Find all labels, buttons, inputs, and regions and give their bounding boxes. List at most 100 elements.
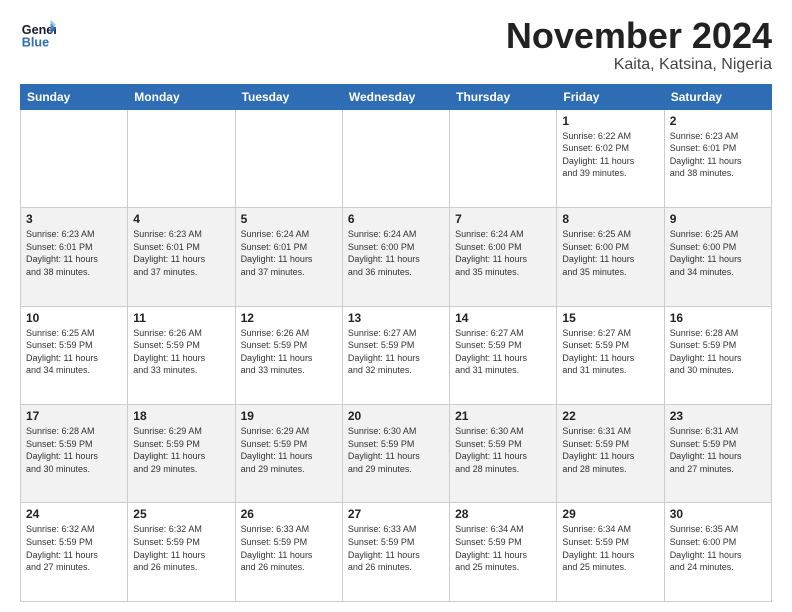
logo-icon: General Blue [20,16,56,52]
logo: General Blue General Blue [20,16,56,52]
day-number: 2 [670,114,766,128]
day-info: Sunrise: 6:33 AM Sunset: 5:59 PM Dayligh… [348,523,444,573]
day-number: 25 [133,507,229,521]
table-row: 8Sunrise: 6:25 AM Sunset: 6:00 PM Daylig… [557,208,664,306]
table-row: 14 Sunrise: 6:27 AM Sunset: 5:59 PM Dayli… [450,306,557,404]
day-info: Sunrise: 6:32 AM Sunset: 5:59 PM Dayligh… [26,523,122,573]
day-number: 17 [26,409,122,423]
day-info: Sunrise: 6:25 AM Sunset: 5:59 PM Dayligh… [26,327,122,377]
table-row: 3 Sunrise: 6:23 AM Sunset: 6:01 PM Daylig… [21,208,128,306]
day-number: 12 [241,311,337,325]
table-row: 22Sunrise: 6:31 AM Sunset: 5:59 PM Dayli… [557,405,664,503]
day-info: Sunrise: 6:29 AM Sunset: 5:59 PM Dayligh… [133,425,229,475]
col-sunday: Sunday [21,84,128,109]
calendar-week-row: 10Sunrise: 6:25 AM Sunset: 5:59 PM Dayli… [21,306,772,404]
col-wednesday: Wednesday [342,84,449,109]
day-info: Sunrise: 6:25 AM Sunset: 6:00 PM Dayligh… [670,228,766,278]
table-row: 30 Sunrise: 6:35 AM Sunset: 6:00 PM Dayli… [664,503,771,602]
table-row: 10Sunrise: 6:25 AM Sunset: 5:59 PM Dayli… [21,306,128,404]
day-number: 27 [348,507,444,521]
day-number: 6 [348,212,444,226]
col-tuesday: Tuesday [235,84,342,109]
calendar-table: Sunday Monday Tuesday Wednesday Thursday… [20,84,772,602]
day-number: 9 [670,212,766,226]
day-info: Sunrise: 6:23 AM Sunset: 6:01 PM Dayligh… [670,130,766,180]
col-thursday: Thursday [450,84,557,109]
table-row: 25 Sunrise: 6:32 AM Sunset: 5:59 PM Dayli… [128,503,235,602]
day-info: Sunrise: 6:32 AM Sunset: 5:59 PM Dayligh… [133,523,229,573]
day-info: Sunrise: 6:22 AM Sunset: 6:02 PM Dayligh… [562,130,658,180]
table-row: 23 Sunrise: 6:31 AM Sunset: 5:59 PM Dayli… [664,405,771,503]
day-number: 3 [26,212,122,226]
day-info: Sunrise: 6:27 AM Sunset: 5:59 PM Dayligh… [455,327,551,377]
table-row: 6 Sunrise: 6:24 AM Sunset: 6:00 PM Daylig… [342,208,449,306]
day-number: 13 [348,311,444,325]
day-number: 1 [562,114,658,128]
day-info: Sunrise: 6:33 AM Sunset: 5:59 PM Dayligh… [241,523,337,573]
table-row: 16 Sunrise: 6:28 AM Sunset: 5:59 PM Dayli… [664,306,771,404]
day-info: Sunrise: 6:24 AM Sunset: 6:00 PM Dayligh… [455,228,551,278]
day-info: Sunrise: 6:27 AM Sunset: 5:59 PM Dayligh… [562,327,658,377]
table-row: 20 Sunrise: 6:30 AM Sunset: 5:59 PM Dayli… [342,405,449,503]
day-info: Sunrise: 6:34 AM Sunset: 5:59 PM Dayligh… [455,523,551,573]
table-row: 5 Sunrise: 6:24 AM Sunset: 6:01 PM Daylig… [235,208,342,306]
calendar-week-row: 1 Sunrise: 6:22 AM Sunset: 6:02 PM Daylig… [21,109,772,207]
day-info: Sunrise: 6:26 AM Sunset: 5:59 PM Dayligh… [133,327,229,377]
calendar-week-row: 24 Sunrise: 6:32 AM Sunset: 5:59 PM Dayli… [21,503,772,602]
day-info: Sunrise: 6:23 AM Sunset: 6:01 PM Dayligh… [133,228,229,278]
day-number: 5 [241,212,337,226]
page-header: General Blue General Blue November 2024 … [20,16,772,74]
col-saturday: Saturday [664,84,771,109]
day-number: 18 [133,409,229,423]
table-row: 29 Sunrise: 6:34 AM Sunset: 5:59 PM Dayli… [557,503,664,602]
day-info: Sunrise: 6:30 AM Sunset: 5:59 PM Dayligh… [348,425,444,475]
day-number: 20 [348,409,444,423]
day-number: 26 [241,507,337,521]
calendar-header-row: Sunday Monday Tuesday Wednesday Thursday… [21,84,772,109]
day-info: Sunrise: 6:30 AM Sunset: 5:59 PM Dayligh… [455,425,551,475]
table-row: 26 Sunrise: 6:33 AM Sunset: 5:59 PM Dayli… [235,503,342,602]
day-number: 30 [670,507,766,521]
col-friday: Friday [557,84,664,109]
location-subtitle: Kaita, Katsina, Nigeria [506,56,772,74]
table-row [235,109,342,207]
day-number: 15 [562,311,658,325]
day-info: Sunrise: 6:24 AM Sunset: 6:01 PM Dayligh… [241,228,337,278]
day-number: 21 [455,409,551,423]
day-info: Sunrise: 6:24 AM Sunset: 6:00 PM Dayligh… [348,228,444,278]
day-info: Sunrise: 6:31 AM Sunset: 5:59 PM Dayligh… [562,425,658,475]
day-number: 19 [241,409,337,423]
day-info: Sunrise: 6:28 AM Sunset: 5:59 PM Dayligh… [670,327,766,377]
day-number: 4 [133,212,229,226]
day-number: 24 [26,507,122,521]
title-section: November 2024 Kaita, Katsina, Nigeria [506,16,772,74]
table-row: 9 Sunrise: 6:25 AM Sunset: 6:00 PM Daylig… [664,208,771,306]
svg-text:Blue: Blue [22,36,49,50]
day-number: 14 [455,311,551,325]
table-row [450,109,557,207]
day-number: 7 [455,212,551,226]
table-row: 18 Sunrise: 6:29 AM Sunset: 5:59 PM Dayli… [128,405,235,503]
day-number: 23 [670,409,766,423]
table-row: 19 Sunrise: 6:29 AM Sunset: 5:59 PM Dayli… [235,405,342,503]
day-info: Sunrise: 6:34 AM Sunset: 5:59 PM Dayligh… [562,523,658,573]
day-number: 29 [562,507,658,521]
day-number: 16 [670,311,766,325]
day-info: Sunrise: 6:35 AM Sunset: 6:00 PM Dayligh… [670,523,766,573]
table-row: 27 Sunrise: 6:33 AM Sunset: 5:59 PM Dayli… [342,503,449,602]
table-row: 24 Sunrise: 6:32 AM Sunset: 5:59 PM Dayli… [21,503,128,602]
day-number: 28 [455,507,551,521]
table-row [342,109,449,207]
table-row: 2 Sunrise: 6:23 AM Sunset: 6:01 PM Daylig… [664,109,771,207]
month-title: November 2024 [506,16,772,56]
day-number: 11 [133,311,229,325]
day-info: Sunrise: 6:29 AM Sunset: 5:59 PM Dayligh… [241,425,337,475]
table-row: 13Sunrise: 6:27 AM Sunset: 5:59 PM Dayli… [342,306,449,404]
col-monday: Monday [128,84,235,109]
table-row: 21 Sunrise: 6:30 AM Sunset: 5:59 PM Dayli… [450,405,557,503]
day-info: Sunrise: 6:28 AM Sunset: 5:59 PM Dayligh… [26,425,122,475]
day-info: Sunrise: 6:23 AM Sunset: 6:01 PM Dayligh… [26,228,122,278]
table-row: 17 Sunrise: 6:28 AM Sunset: 5:59 PM Dayli… [21,405,128,503]
calendar-week-row: 17 Sunrise: 6:28 AM Sunset: 5:59 PM Dayli… [21,405,772,503]
day-info: Sunrise: 6:31 AM Sunset: 5:59 PM Dayligh… [670,425,766,475]
